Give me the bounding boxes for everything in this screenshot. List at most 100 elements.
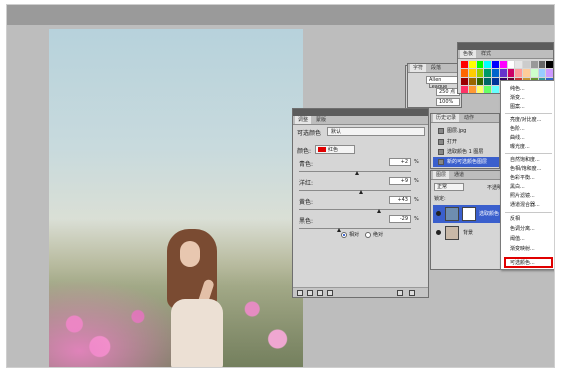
eye-icon[interactable] (436, 230, 441, 235)
menu-item-pattern[interactable]: 图案... (510, 103, 554, 111)
color-swatch[interactable] (461, 85, 468, 93)
menu-item-photo-filter[interactable]: 照片滤镜... (510, 192, 554, 200)
color-swatch[interactable] (492, 77, 499, 85)
absolute-radio[interactable]: 绝对 (365, 231, 383, 238)
lock-label: 锁定: (434, 196, 446, 202)
tab-swatches[interactable]: 色板 (460, 50, 477, 58)
font-family-field[interactable]: Allen League (426, 76, 460, 90)
color-swatch[interactable] (492, 69, 499, 77)
eye-icon[interactable] (436, 211, 441, 216)
menu-item-brightness-contrast[interactable]: 亮度/对比度... (510, 116, 554, 124)
history-item[interactable]: 打开 (433, 137, 499, 147)
history-snapshot-label: 图层.jpg (447, 128, 467, 134)
menu-item-hue-saturation[interactable]: 色相/饱和度... (510, 165, 554, 173)
menu-item-posterize[interactable]: 色调分离... (510, 225, 554, 233)
magenta-slider-thumb[interactable] (359, 190, 363, 194)
color-swatch[interactable] (523, 69, 530, 77)
menu-item-invert[interactable]: 反相 (510, 215, 554, 223)
background-thumbnail (445, 226, 459, 240)
scale-field[interactable]: 100% (436, 98, 460, 106)
color-swatch[interactable] (499, 61, 507, 69)
character-panel: 字符 段落 Allen League 250 点 100% (407, 63, 462, 108)
color-swatch[interactable] (476, 61, 484, 69)
color-swatch[interactable] (484, 77, 491, 85)
tab-layers[interactable]: 图层 (433, 171, 450, 179)
black-value[interactable]: -29 (389, 215, 411, 223)
clip-icon[interactable] (307, 290, 313, 296)
preset-select[interactable]: 默认 (327, 127, 425, 136)
black-slider-track[interactable] (299, 228, 411, 229)
history-item-selected[interactable]: 新的可选颜色图层 (433, 157, 499, 167)
color-swatch[interactable] (468, 77, 476, 85)
history-snapshot[interactable]: 图层.jpg (433, 126, 499, 136)
document-image[interactable] (49, 29, 303, 367)
cyan-value[interactable]: +2 (389, 158, 411, 166)
magenta-value[interactable]: +9 (389, 177, 411, 185)
adjustments-panel: 调整 蒙版 可选颜色 默认 颜色: 红色 青色: +2 % 洋红: +9 % 黄… (292, 108, 429, 298)
color-swatch[interactable] (484, 69, 491, 77)
cyan-label: 青色: (299, 161, 314, 168)
previous-state-icon[interactable] (327, 290, 333, 296)
color-swatch[interactable] (476, 69, 484, 77)
yellow-slider-track[interactable] (299, 209, 411, 210)
color-swatch[interactable] (523, 61, 530, 69)
color-swatch[interactable] (499, 69, 507, 77)
reset-icon[interactable] (397, 290, 403, 296)
magenta-slider-track[interactable] (299, 190, 411, 191)
menu-item-levels[interactable]: 色阶... (510, 125, 554, 133)
cyan-slider-thumb[interactable] (355, 171, 359, 175)
color-swatch[interactable] (468, 69, 476, 77)
color-swatch[interactable] (515, 61, 522, 69)
yellow-slider-thumb[interactable] (377, 209, 381, 213)
tab-character[interactable]: 字符 (410, 64, 427, 72)
color-swatch[interactable] (492, 85, 499, 93)
color-swatch[interactable] (507, 61, 515, 69)
adjustment-type-label: 可选颜色 (297, 130, 322, 137)
color-swatch[interactable] (538, 69, 546, 77)
menu-separator (505, 153, 552, 154)
color-swatch[interactable] (461, 61, 468, 69)
colors-select[interactable]: 红色 (315, 145, 355, 154)
tab-actions[interactable]: 动作 (461, 114, 477, 122)
color-swatch[interactable] (461, 69, 468, 77)
color-swatch[interactable] (530, 69, 538, 77)
layer-mask-thumbnail (462, 207, 476, 221)
color-swatch[interactable] (484, 61, 491, 69)
blend-mode-select[interactable]: 正常 (434, 183, 464, 191)
menu-item-gradient-map[interactable]: 渐变映射... (510, 245, 554, 253)
history-item[interactable]: 选取颜色 1 图层 (433, 147, 499, 157)
color-swatch[interactable] (546, 61, 553, 69)
visibility-icon[interactable] (317, 290, 323, 296)
tab-history[interactable]: 历史记录 (433, 114, 460, 122)
color-swatch[interactable] (476, 77, 484, 85)
menu-item-threshold[interactable]: 阈值... (510, 235, 554, 243)
color-swatch[interactable] (507, 69, 515, 77)
relative-radio[interactable]: 相对 (341, 231, 359, 238)
color-swatch[interactable] (468, 61, 476, 69)
color-swatch[interactable] (538, 61, 546, 69)
color-swatch[interactable] (461, 77, 468, 85)
tab-masks[interactable]: 蒙版 (313, 116, 329, 124)
menu-item-curves[interactable]: 曲线... (510, 134, 554, 142)
tab-adjustments[interactable]: 调整 (295, 116, 312, 124)
tab-styles[interactable]: 样式 (478, 50, 494, 58)
color-swatch[interactable] (546, 69, 553, 77)
color-swatch[interactable] (492, 61, 499, 69)
return-icon[interactable] (297, 290, 303, 296)
menu-item-exposure[interactable]: 曝光度... (510, 143, 554, 151)
color-swatch[interactable] (476, 85, 484, 93)
tab-channels[interactable]: 通道 (451, 171, 467, 179)
menu-item-solid-color[interactable]: 纯色... (510, 85, 554, 93)
color-swatch[interactable] (530, 61, 538, 69)
delete-icon[interactable] (409, 290, 415, 296)
menu-item-color-balance[interactable]: 色彩平衡... (510, 174, 554, 182)
tab-paragraph[interactable]: 段落 (428, 64, 444, 72)
color-swatch[interactable] (515, 69, 522, 77)
yellow-value[interactable]: +43 (389, 196, 411, 204)
menu-item-gradient[interactable]: 渐变... (510, 94, 554, 102)
menu-item-channel-mixer[interactable]: 通道混合器... (510, 201, 554, 209)
menu-item-vibrance[interactable]: 自然饱和度... (510, 156, 554, 164)
color-swatch[interactable] (468, 85, 476, 93)
color-swatch[interactable] (484, 85, 491, 93)
menu-item-black-white[interactable]: 黑白... (510, 183, 554, 191)
